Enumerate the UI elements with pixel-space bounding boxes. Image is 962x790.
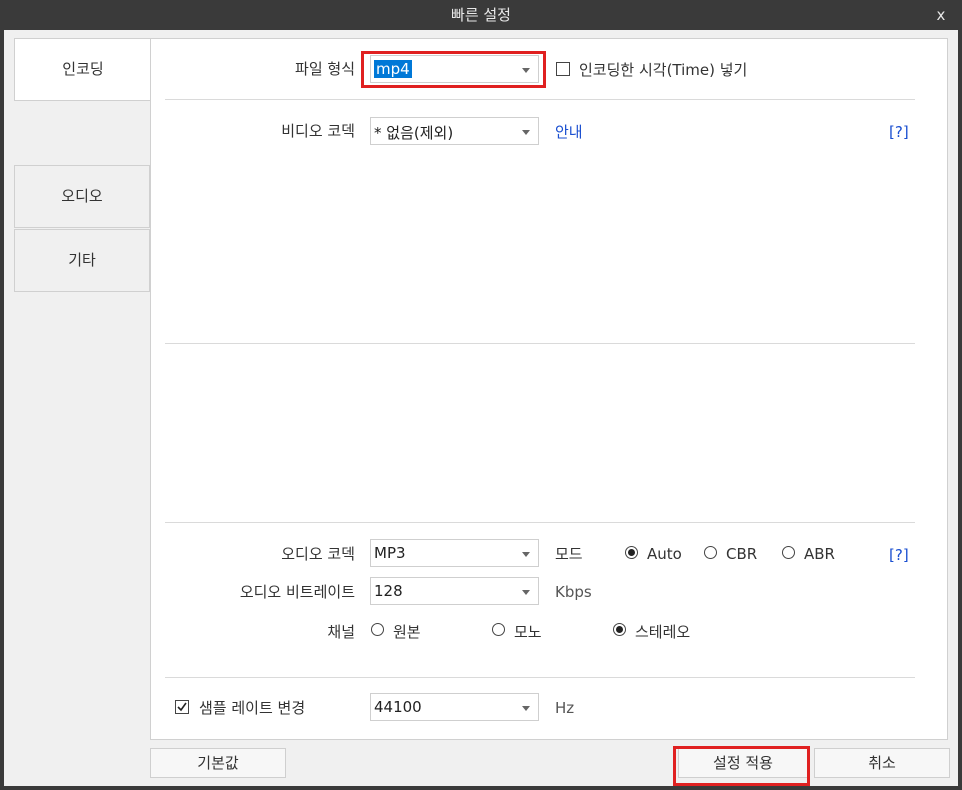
- tab-audio-label: 오디오: [61, 187, 103, 205]
- tab-encoding[interactable]: 인코딩: [14, 38, 151, 101]
- mode-abr-label: ABR: [804, 545, 835, 563]
- mode-label: 모드: [555, 545, 583, 563]
- file-format-label: 파일 형식: [295, 60, 355, 78]
- chevron-down-icon: [522, 130, 530, 135]
- highlight-box-file-format: [361, 51, 546, 88]
- tab-etc-label: 기타: [68, 251, 96, 269]
- channel-original-label: 원본: [393, 623, 421, 641]
- audio-codec-label: 오디오 코덱: [281, 545, 355, 563]
- audio-bitrate-select[interactable]: 128: [370, 577, 539, 605]
- close-button[interactable]: x: [930, 0, 952, 30]
- mode-cbr-label: CBR: [726, 545, 758, 563]
- window-title: 빠른 설정: [451, 6, 511, 24]
- mode-auto-radio[interactable]: [625, 546, 638, 559]
- divider: [165, 677, 915, 678]
- channel-mono-label: 모노: [514, 623, 542, 641]
- divider: [165, 522, 915, 523]
- chevron-down-icon: [522, 590, 530, 595]
- bitrate-unit: Kbps: [555, 583, 592, 601]
- sample-rate-checkbox[interactable]: [175, 700, 189, 714]
- mode-auto-label: Auto: [647, 545, 682, 563]
- sample-rate-select[interactable]: 44100: [370, 693, 539, 721]
- video-guide-link[interactable]: 안내: [555, 121, 583, 142]
- video-codec-value: * 없음(제외): [374, 124, 454, 142]
- audio-codec-value: MP3: [374, 544, 406, 562]
- sample-rate-unit: Hz: [555, 699, 575, 717]
- audio-help-link[interactable]: [?]: [889, 546, 909, 564]
- video-codec-select[interactable]: * 없음(제외): [370, 117, 539, 145]
- audio-bitrate-value: 128: [374, 582, 403, 600]
- divider: [165, 343, 915, 344]
- insert-time-label: 인코딩한 시각(Time) 넣기: [579, 61, 748, 79]
- sample-rate-value: 44100: [374, 698, 422, 716]
- channel-original-radio[interactable]: [371, 623, 384, 636]
- tab-audio[interactable]: 오디오: [14, 165, 150, 228]
- sample-rate-label: 샘플 레이트 변경: [199, 699, 306, 717]
- channel-mono-radio[interactable]: [492, 623, 505, 636]
- chevron-down-icon: [522, 706, 530, 711]
- default-button[interactable]: 기본값: [150, 748, 286, 778]
- mode-abr-radio[interactable]: [782, 546, 795, 559]
- channel-stereo-radio[interactable]: [613, 623, 626, 636]
- highlight-box-apply: [673, 746, 810, 786]
- audio-bitrate-label: 오디오 비트레이트: [239, 583, 355, 601]
- tab-encoding-label: 인코딩: [62, 60, 104, 78]
- mode-cbr-radio[interactable]: [704, 546, 717, 559]
- checkmark-icon: [177, 702, 187, 712]
- video-help-link[interactable]: [?]: [889, 123, 909, 141]
- video-codec-label: 비디오 코덱: [281, 122, 355, 140]
- channel-stereo-label: 스테레오: [635, 623, 691, 641]
- insert-time-checkbox[interactable]: [556, 62, 570, 76]
- divider: [165, 99, 915, 100]
- chevron-down-icon: [522, 552, 530, 557]
- channel-label: 채널: [327, 623, 355, 641]
- tab-etc[interactable]: 기타: [14, 229, 150, 292]
- audio-codec-select[interactable]: MP3: [370, 539, 539, 567]
- cancel-button[interactable]: 취소: [814, 748, 950, 778]
